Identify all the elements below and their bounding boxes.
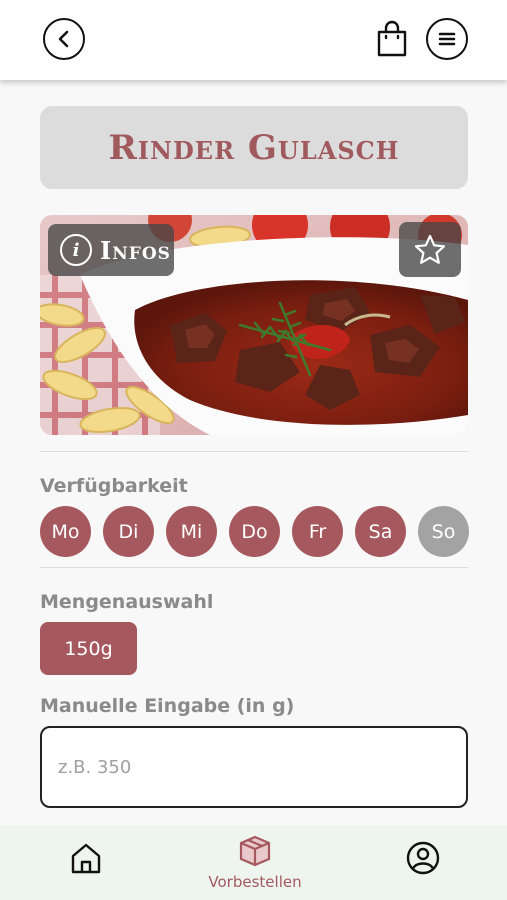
home-icon — [71, 843, 101, 874]
bottom-navigation: Vorbestellen — [0, 825, 507, 900]
day-sa[interactable]: Sa — [355, 506, 406, 557]
menu-button[interactable] — [426, 18, 468, 60]
hamburger-menu-icon — [438, 32, 456, 46]
star-icon — [414, 234, 446, 264]
shopping-bag-icon — [377, 20, 407, 57]
chevron-left-icon — [58, 30, 69, 48]
nav-profile-button[interactable] — [405, 840, 441, 876]
availability-label: Verfügbarkeit — [40, 475, 188, 497]
divider — [40, 451, 468, 452]
product-title-card: Rinder Gulasch — [40, 106, 468, 189]
manual-input-label: Manuelle Eingabe (in g) — [40, 695, 295, 717]
day-do[interactable]: Do — [229, 506, 280, 557]
day-fr[interactable]: Fr — [292, 506, 343, 557]
day-mo[interactable]: Mo — [40, 506, 91, 557]
infos-label: Infos — [100, 235, 171, 265]
nav-home-button[interactable] — [68, 840, 104, 876]
quantity-label: Mengenauswahl — [40, 591, 214, 613]
box-icon — [239, 835, 271, 867]
day-mi[interactable]: Mi — [166, 506, 217, 557]
nav-preorder-label: Vorbestellen — [208, 873, 302, 891]
favorite-button[interactable] — [399, 222, 461, 277]
product-title: Rinder Gulasch — [108, 127, 400, 168]
infos-button[interactable]: i Infos — [48, 224, 174, 276]
availability-days: Mo Di Mi Do Fr Sa So — [40, 506, 470, 558]
user-circle-icon — [406, 841, 440, 875]
day-di[interactable]: Di — [103, 506, 154, 557]
nav-preorder-button[interactable]: Vorbestellen — [205, 833, 305, 895]
back-button[interactable] — [43, 18, 85, 60]
top-bar — [0, 0, 507, 80]
cart-button[interactable] — [376, 20, 408, 58]
day-so[interactable]: So — [418, 506, 469, 557]
quantity-option-150g[interactable]: 150g — [40, 622, 137, 675]
info-icon: i — [60, 234, 92, 266]
manual-quantity-input[interactable] — [40, 726, 468, 808]
divider — [40, 567, 468, 568]
